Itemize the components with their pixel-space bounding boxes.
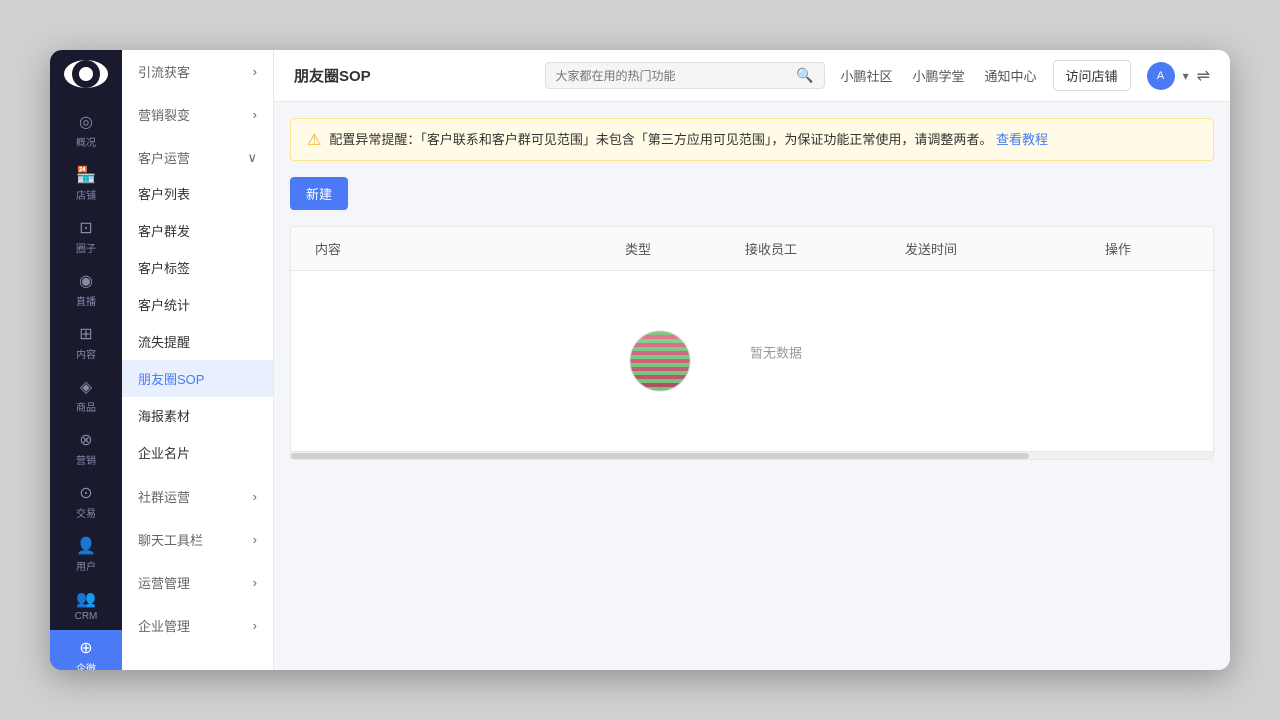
col-type: 类型 bbox=[617, 227, 737, 270]
section-operations: 运营管理 › bbox=[122, 561, 273, 604]
nav-item-trade[interactable]: ⊙ 交易 bbox=[50, 475, 122, 528]
scrollbar-thumb[interactable] bbox=[291, 453, 1029, 459]
avatar[interactable]: A bbox=[1147, 62, 1175, 90]
sidebar-item-lost-remind[interactable]: 流失提醒 bbox=[122, 323, 273, 360]
col-receiver: 接收员工 bbox=[737, 227, 897, 270]
section-header-community[interactable]: 社群运营 › bbox=[122, 479, 273, 514]
table-scrollbar[interactable] bbox=[291, 451, 1213, 459]
warning-text: 配置异常提醒：「客户联系和客户群可见范围」未包含「第三方应用可见范围」，为保证功… bbox=[329, 129, 1048, 148]
nav-item-products[interactable]: ◈ 商品 bbox=[50, 369, 122, 422]
col-action: 操作 bbox=[1097, 227, 1197, 270]
sidebar-item-poster[interactable]: 海报素材 bbox=[122, 397, 273, 434]
chevron-up-icon: ∨ bbox=[247, 150, 257, 166]
chevron-down-icon-2: › bbox=[253, 107, 257, 122]
chevron-down-icon: › bbox=[253, 64, 257, 79]
switch-icon[interactable]: ⇌ bbox=[1197, 66, 1210, 86]
table-header: 内容 类型 接收员工 发送时间 操作 bbox=[291, 227, 1213, 271]
app-window: ◎ 概况 🏪 店铺 ⊡ 圈子 ◉ 直播 ⊞ 内容 ◈ 商品 ⊗ 营销 ⊙ 交易 bbox=[50, 50, 1230, 670]
search-box[interactable]: 🔍 bbox=[545, 62, 825, 89]
live-icon: ◉ bbox=[79, 271, 93, 291]
visit-store-button[interactable]: 访问店铺 bbox=[1053, 60, 1131, 91]
warning-icon: ⚠ bbox=[307, 130, 321, 150]
content-icon: ⊞ bbox=[79, 324, 92, 344]
main-content: 朋友圈SOP 🔍 小鹏社区 小鹏学堂 通知中心 访问店铺 A ▾ ⇌ ⚠ bbox=[274, 50, 1230, 670]
section-header-liuliuhuoke[interactable]: 引流获客 › bbox=[122, 54, 273, 89]
sidebar-item-customer-tag[interactable]: 客户标签 bbox=[122, 249, 273, 286]
section-liuliuhuoke: 引流获客 › bbox=[122, 50, 273, 93]
sidebar-item-customer-list[interactable]: 客户列表 bbox=[122, 175, 273, 212]
left-nav: ◎ 概况 🏪 店铺 ⊡ 圈子 ◉ 直播 ⊞ 内容 ◈ 商品 ⊗ 营销 ⊙ 交易 bbox=[50, 50, 122, 670]
sidebar-item-moments-sop[interactable]: 朋友圈SOP bbox=[122, 360, 273, 397]
section-header-chat[interactable]: 聊天工具栏 › bbox=[122, 522, 273, 557]
col-send-time: 发送时间 bbox=[897, 227, 1097, 270]
nav-item-marketing[interactable]: ⊗ 营销 bbox=[50, 422, 122, 475]
header-link-community[interactable]: 小鹏社区 bbox=[841, 66, 893, 85]
search-input[interactable] bbox=[556, 69, 791, 83]
new-button[interactable]: 新建 bbox=[290, 177, 348, 210]
second-nav: 引流获客 › 营销裂变 › 客户运营 ∨ 客户列表 客户群发 客户标签 bbox=[122, 50, 274, 670]
sidebar-item-business-card[interactable]: 企业名片 bbox=[122, 434, 273, 471]
section-community: 社群运营 › bbox=[122, 475, 273, 518]
content-area: ⚠ 配置异常提醒：「客户联系和客户群可见范围」未包含「第三方应用可见范围」，为保… bbox=[274, 102, 1230, 670]
warning-banner: ⚠ 配置异常提醒：「客户联系和客户群可见范围」未包含「第三方应用可见范围」，为保… bbox=[290, 118, 1214, 161]
header-link-learn[interactable]: 小鹏学堂 bbox=[913, 66, 965, 85]
page-title: 朋友圈SOP bbox=[294, 65, 371, 86]
header-links: 小鹏社区 小鹏学堂 通知中心 bbox=[841, 66, 1037, 85]
warning-link[interactable]: 查看教程 bbox=[996, 132, 1048, 147]
top-header: 朋友圈SOP 🔍 小鹏社区 小鹏学堂 通知中心 访问店铺 A ▾ ⇌ bbox=[274, 50, 1230, 102]
section-chat: 聊天工具栏 › bbox=[122, 518, 273, 561]
nav-item-circle[interactable]: ⊡ 圈子 bbox=[50, 210, 122, 263]
section-yingxiao: 营销裂变 › bbox=[122, 93, 273, 136]
chevron-down-icon-avatar[interactable]: ▾ bbox=[1183, 69, 1189, 83]
qiwei-icon: ⊕ bbox=[79, 638, 92, 658]
logo bbox=[64, 60, 108, 88]
sidebar-item-customer-stats[interactable]: 客户统计 bbox=[122, 286, 273, 323]
chevron-down-icon-3: › bbox=[253, 489, 257, 504]
nav-item-crm[interactable]: 👥 CRM bbox=[50, 581, 122, 630]
overview-icon: ◎ bbox=[79, 112, 93, 132]
section-kehu: 客户运营 ∨ 客户列表 客户群发 客户标签 客户统计 流失提醒 朋友圈SOP bbox=[122, 136, 273, 475]
nav-item-live[interactable]: ◉ 直播 bbox=[50, 263, 122, 316]
section-enterprise: 企业管理 › bbox=[122, 604, 273, 647]
shop-icon: 🏪 bbox=[76, 165, 96, 185]
section-header-yingxiao[interactable]: 营销裂变 › bbox=[122, 97, 273, 132]
chevron-down-icon-5: › bbox=[253, 575, 257, 590]
loading-spinner bbox=[628, 329, 692, 393]
users-icon: 👤 bbox=[76, 536, 96, 556]
crm-icon: 👥 bbox=[76, 589, 96, 609]
table-body: 暂无数据 bbox=[291, 271, 1213, 451]
search-icon[interactable]: 🔍 bbox=[796, 67, 813, 84]
trade-icon: ⊙ bbox=[79, 483, 92, 503]
header-link-notification[interactable]: 通知中心 bbox=[985, 66, 1037, 85]
logo-icon bbox=[72, 60, 100, 88]
section-header-enterprise[interactable]: 企业管理 › bbox=[122, 608, 273, 643]
nav-item-qiwei[interactable]: ⊕ 企微 bbox=[50, 630, 122, 670]
chevron-down-icon-6: › bbox=[253, 618, 257, 633]
products-icon: ◈ bbox=[80, 377, 92, 397]
section-header-kehu[interactable]: 客户运营 ∨ bbox=[122, 140, 273, 175]
nav-item-shop[interactable]: 🏪 店铺 bbox=[50, 157, 122, 210]
header-extra: A ▾ ⇌ bbox=[1147, 62, 1210, 90]
empty-text: 暂无数据 bbox=[750, 342, 802, 361]
nav-item-overview[interactable]: ◎ 概况 bbox=[50, 104, 122, 157]
circle-icon: ⊡ bbox=[79, 218, 92, 238]
table-container: 内容 类型 接收员工 发送时间 操作 bbox=[290, 226, 1214, 460]
nav-item-content[interactable]: ⊞ 内容 bbox=[50, 316, 122, 369]
marketing-icon: ⊗ bbox=[79, 430, 92, 450]
col-content: 内容 bbox=[307, 227, 617, 270]
chevron-down-icon-4: › bbox=[253, 532, 257, 547]
section-header-operations[interactable]: 运营管理 › bbox=[122, 565, 273, 600]
sidebar-item-customer-group[interactable]: 客户群发 bbox=[122, 212, 273, 249]
nav-item-users[interactable]: 👤 用户 bbox=[50, 528, 122, 581]
